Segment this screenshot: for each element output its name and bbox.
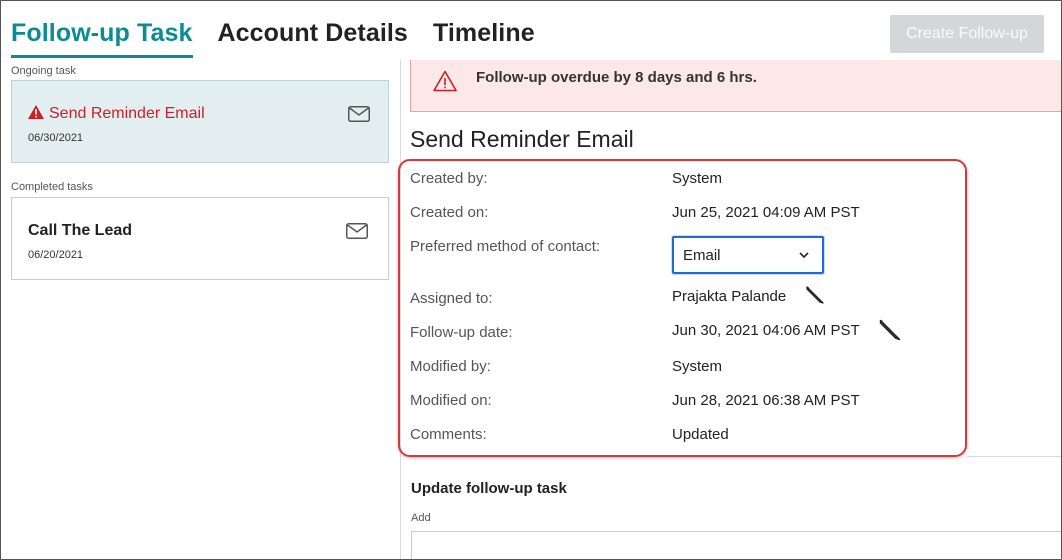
- task-list-panel: Ongoing task Send Reminder Email 06/30/2…: [0, 60, 400, 560]
- created-by-value: System: [672, 170, 723, 187]
- tab-bar: Follow-up Task Account Details Timeline: [11, 14, 560, 60]
- modified-by-value: System: [672, 358, 723, 375]
- section-divider: [967, 456, 1062, 457]
- alert-text: Follow-up overdue by 8 days and 6 hrs.: [476, 69, 757, 86]
- ongoing-task-label: Ongoing task: [11, 65, 76, 77]
- comments-label: Comments:: [410, 426, 487, 443]
- tab-follow-up-task[interactable]: Follow-up Task: [11, 14, 193, 58]
- tab-account-details[interactable]: Account Details: [218, 14, 408, 58]
- update-comment-textarea[interactable]: [411, 531, 1062, 560]
- modified-by-label: Modified by:: [410, 358, 491, 375]
- follow-up-date-value: Jun 30, 2021 04:06 AM PST: [672, 322, 860, 339]
- modified-on-label: Modified on:: [410, 392, 492, 409]
- modified-on-value: Jun 28, 2021 06:38 AM PST: [672, 392, 860, 409]
- warning-icon: [433, 70, 457, 92]
- create-follow-up-button[interactable]: Create Follow-up: [890, 15, 1044, 53]
- preferred-contact-value: Email: [683, 247, 721, 264]
- task-title-text: Send Reminder Email: [49, 105, 205, 122]
- mail-icon[interactable]: [346, 223, 368, 239]
- mail-icon[interactable]: [348, 106, 370, 122]
- assigned-to-value: Prajakta Palande: [672, 288, 787, 305]
- created-on-value: Jun 25, 2021 04:09 AM PST: [672, 204, 860, 221]
- completed-tasks-label: Completed tasks: [11, 181, 93, 193]
- task-card-completed[interactable]: Call The Lead 06/20/2021: [11, 197, 389, 280]
- task-date: 06/30/2021: [28, 132, 84, 144]
- comments-value: Updated: [672, 426, 729, 443]
- task-card-ongoing[interactable]: Send Reminder Email 06/30/2021: [11, 80, 389, 163]
- task-title: Send Reminder Email: [28, 105, 205, 123]
- warning-icon: [28, 105, 44, 119]
- created-on-label: Created on:: [410, 204, 489, 221]
- task-date: 06/20/2021: [28, 249, 84, 261]
- task-title: Call The Lead: [28, 222, 133, 239]
- task-detail-title: Send Reminder Email: [410, 126, 634, 152]
- assigned-to-label: Assigned to:: [410, 290, 493, 307]
- chevron-down-icon: [799, 252, 809, 259]
- overdue-alert: Follow-up overdue by 8 days and 6 hrs.: [410, 60, 1062, 112]
- add-comment-label: Add: [411, 512, 431, 524]
- edit-pencil-icon[interactable]: [804, 284, 826, 306]
- preferred-contact-select[interactable]: Email: [672, 236, 824, 274]
- tab-timeline[interactable]: Timeline: [433, 14, 535, 58]
- preferred-contact-label: Preferred method of contact:: [410, 238, 601, 255]
- edit-pencil-icon[interactable]: [877, 317, 903, 343]
- panel-divider: [400, 60, 401, 560]
- follow-up-date-label: Follow-up date:: [410, 324, 513, 341]
- created-by-label: Created by:: [410, 170, 488, 187]
- update-section-title: Update follow-up task: [411, 480, 567, 497]
